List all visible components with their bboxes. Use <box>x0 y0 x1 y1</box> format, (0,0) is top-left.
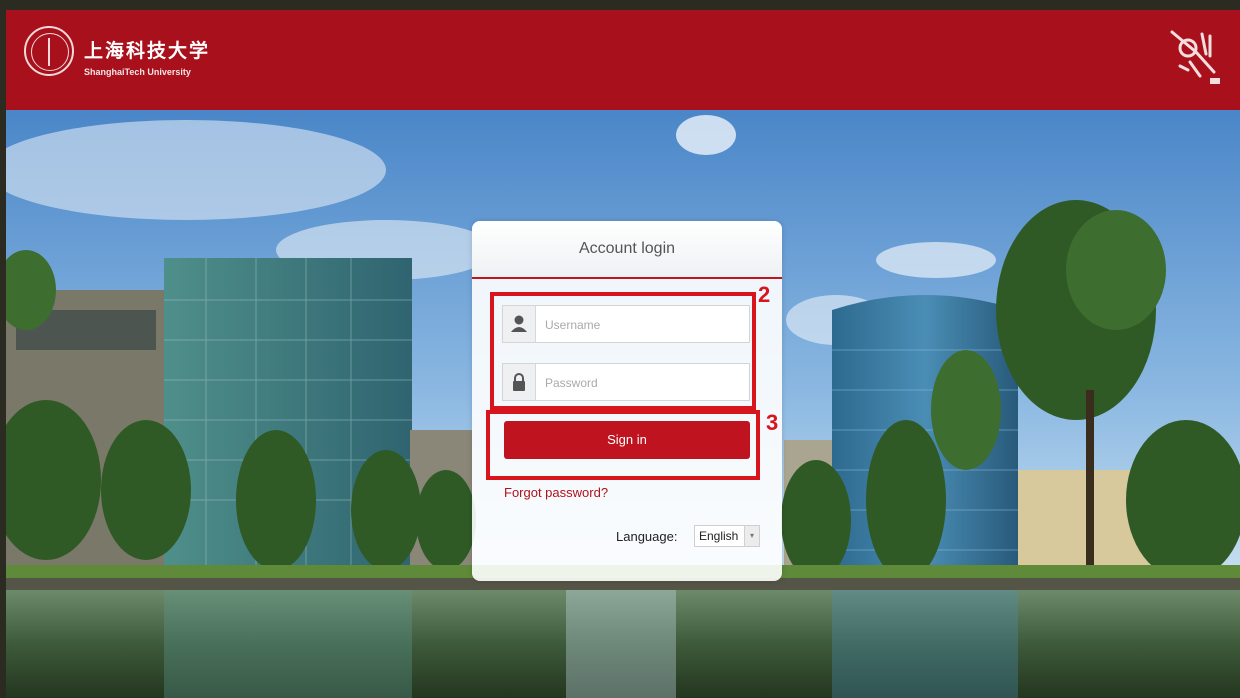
annotation-box-signin <box>486 410 760 480</box>
university-seal-icon <box>24 26 74 76</box>
annotation-box-credentials <box>490 292 756 410</box>
logo-chinese-name: 上海科技大学 <box>84 41 211 62</box>
language-label: Language: <box>616 529 678 544</box>
annotation-number-3: 3 <box>766 410 779 435</box>
language-select[interactable]: English ▾ <box>694 525 760 547</box>
decorative-emblem-icon <box>1170 30 1220 84</box>
language-value: English <box>699 529 739 543</box>
forgot-password-link[interactable]: Forgot password? <box>504 485 608 500</box>
login-title: Account login <box>472 221 782 279</box>
annotation-number-2: 2 <box>758 282 771 307</box>
chevron-down-icon[interactable]: ▾ <box>744 526 759 546</box>
header-bar: 上海科技大学 ShanghaiTech University <box>6 10 1240 110</box>
logo-english-name: ShanghaiTech University <box>84 67 191 77</box>
page-frame: 上海科技大学 ShanghaiTech University Account l… <box>6 10 1240 698</box>
